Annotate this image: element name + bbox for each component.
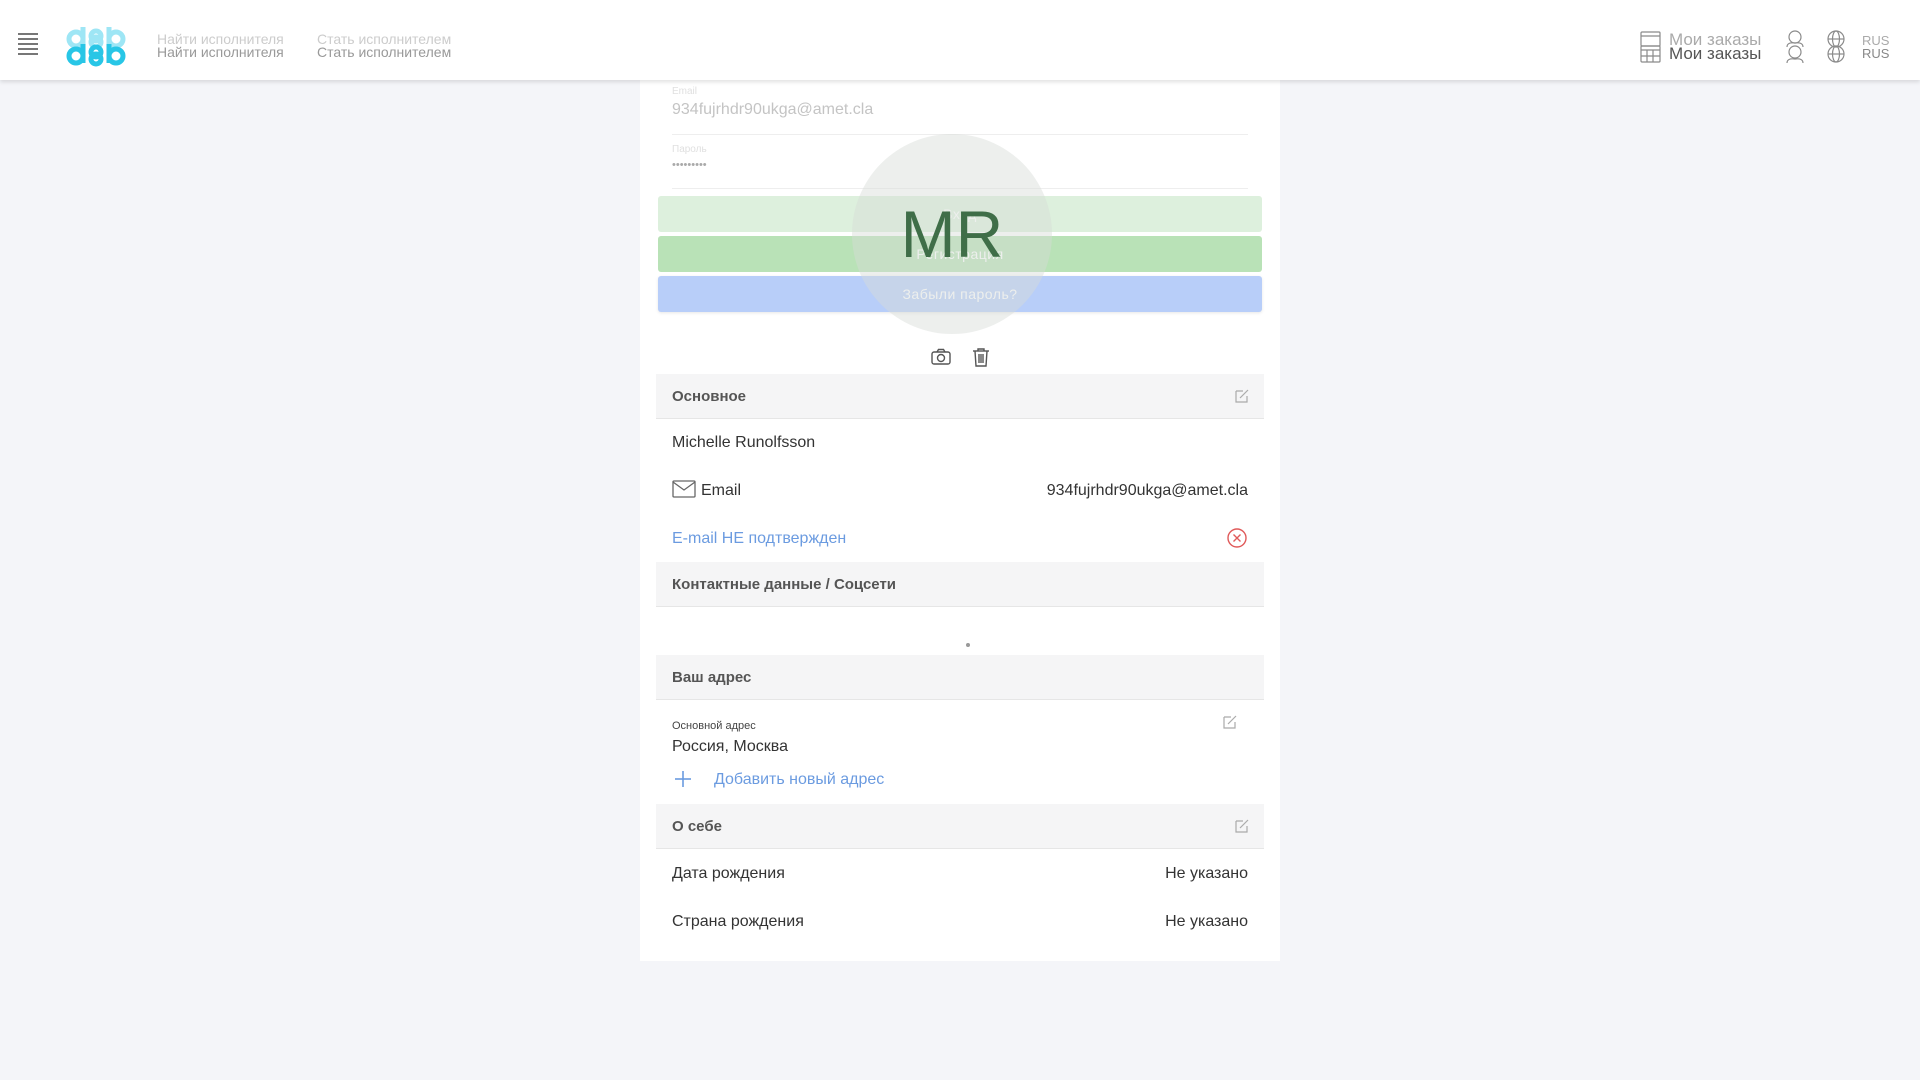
birth-country-value: Не указано <box>1165 913 1248 930</box>
lang-label: RUS <box>1862 46 1890 61</box>
edit-icon[interactable] <box>1234 388 1250 404</box>
section-contacts-header: Контактные данные / Соцсети <box>656 562 1264 607</box>
email-label: Email <box>701 482 742 499</box>
email-status-row: E-mail НЕ подтвержден <box>672 528 1248 548</box>
plus-icon <box>675 771 691 787</box>
close-circle-icon <box>1227 528 1247 548</box>
nav-become-performer[interactable]: Стать исполнителем Стать исполнителем <box>317 32 452 60</box>
calendar-icon <box>1640 31 1661 63</box>
add-address-label: Добавить новый адрес <box>714 771 885 788</box>
birth-date-label: Дата рождения <box>672 865 785 882</box>
edit-address-icon[interactable] <box>1222 714 1238 730</box>
envelope-icon <box>672 480 696 498</box>
birth-country-row: Страна рождения Не указано <box>672 913 1248 931</box>
main-address-label: Основной адрес <box>672 720 756 732</box>
main-address-value: Россия, Москва <box>672 738 788 755</box>
email-value: 934fujrhdr90ukga@amet.cla <box>1046 482 1248 499</box>
section-address-title: Ваш адрес <box>672 669 752 686</box>
edit-icon[interactable] <box>1234 818 1250 834</box>
camera-icon[interactable] <box>930 346 952 368</box>
nav-find-label: Найти исполнителя <box>157 44 284 60</box>
nav-find-performer[interactable]: Найти исполнителя Найти исполнителя <box>157 32 284 60</box>
section-basic-header: Основное <box>656 374 1264 419</box>
profile-card: Email 934fujrhdr90ukga@amet.cla Пароль •… <box>640 80 1280 961</box>
top-header: Найти исполнителя Найти исполнителя Стат… <box>0 0 1920 80</box>
birth-date-value: Не указано <box>1165 865 1248 882</box>
birth-date-row: Дата рождения Не указано <box>672 865 1248 883</box>
language-switcher[interactable]: RUS RUS <box>1825 30 1895 66</box>
section-basic-title: Основное <box>672 388 747 405</box>
profile-name: Michelle Runolfsson <box>672 434 816 451</box>
nav-become-label: Стать исполнителем <box>317 44 452 60</box>
email-unconfirmed-status[interactable]: E-mail НЕ подтвержден <box>672 530 846 547</box>
user-icon[interactable] <box>1784 30 1806 64</box>
section-contacts-title: Контактные данные / Соцсети <box>672 576 897 593</box>
orders-label: Мои заказы <box>1669 44 1762 63</box>
section-address-header: Ваш адрес <box>656 655 1264 700</box>
logo[interactable] <box>66 25 126 67</box>
email-field[interactable]: Email 934fujrhdr90ukga@amet.cla <box>672 86 1248 135</box>
birth-country-label: Страна рождения <box>672 913 804 930</box>
email-field-value: 934fujrhdr90ukga@amet.cla <box>672 101 874 118</box>
photo-actions <box>930 346 990 372</box>
menu-icon[interactable] <box>18 33 38 59</box>
globe-icon <box>1827 30 1845 63</box>
avatar[interactable]: MR <box>852 134 1052 334</box>
loading-indicator <box>966 643 970 647</box>
email-field-label: Email <box>672 86 698 97</box>
trash-icon[interactable] <box>970 346 992 368</box>
section-about-title: О себе <box>672 818 722 835</box>
section-about-header: О себе <box>656 804 1264 849</box>
